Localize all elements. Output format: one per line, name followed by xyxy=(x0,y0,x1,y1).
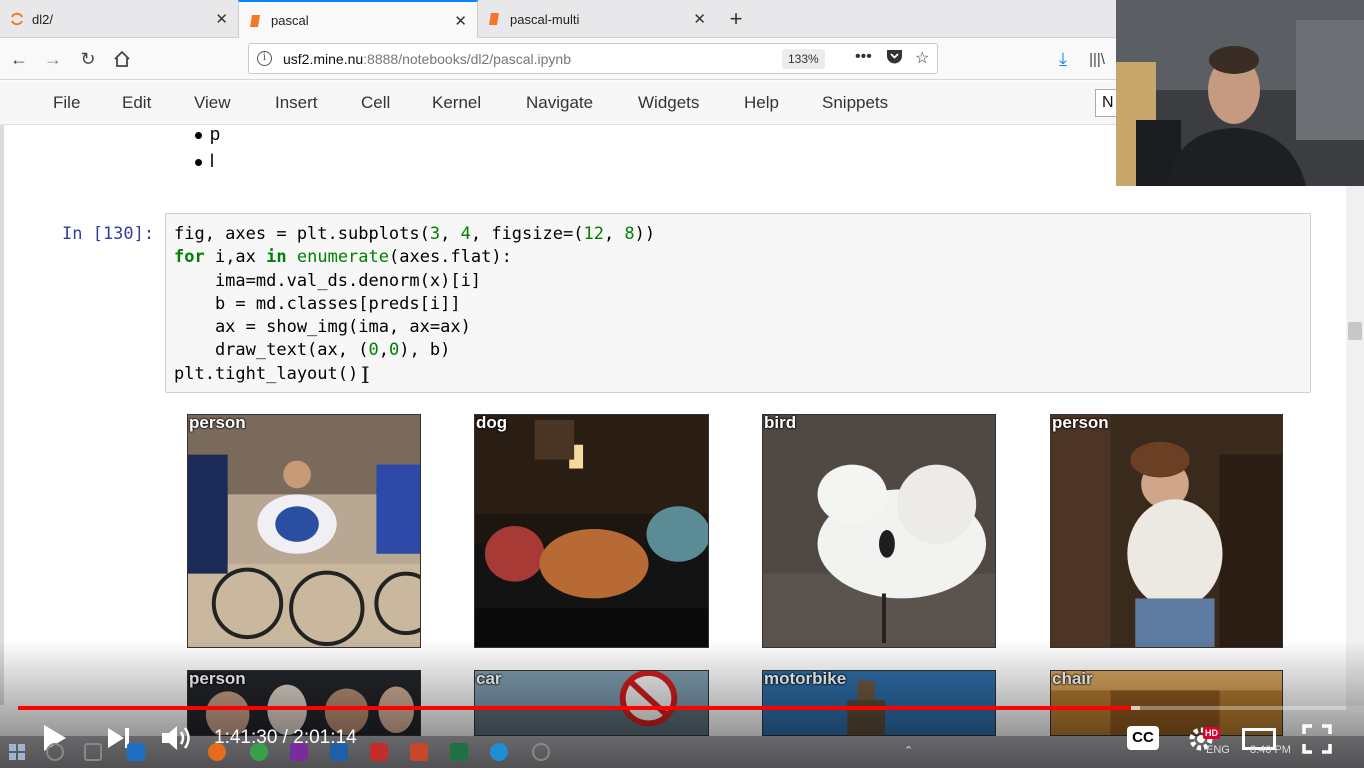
close-icon[interactable]: ✕ xyxy=(693,10,706,28)
notebook-icon xyxy=(488,12,502,26)
code-line: b = md.classes[preds[i]] xyxy=(174,293,461,314)
menu-navigate[interactable]: Navigate xyxy=(526,93,593,113)
code-line: fig, axes = plt.subplots(3, 4, figsize=(… xyxy=(174,224,656,244)
bird-illustration xyxy=(763,415,995,647)
edge-icon[interactable] xyxy=(127,743,145,761)
page-scrollbar[interactable] xyxy=(1346,186,1364,706)
tab-dl2[interactable]: dl2/ ✕ xyxy=(0,0,238,38)
prediction-label: person xyxy=(1052,414,1109,432)
tab-label: dl2/ xyxy=(32,11,53,27)
star-icon[interactable]: ☆ xyxy=(915,48,929,68)
code-line: ima=md.val_ds.denorm(x)[i] xyxy=(174,270,482,291)
menu-view[interactable]: View xyxy=(194,93,231,113)
menu-kernel[interactable]: Kernel xyxy=(432,93,481,113)
dog-illustration xyxy=(475,415,708,647)
pocket-icon[interactable] xyxy=(886,48,903,70)
menu-help[interactable]: Help xyxy=(744,93,779,113)
captions-button[interactable]: CC xyxy=(1127,726,1159,750)
menu-insert[interactable]: Insert xyxy=(275,93,318,113)
cell-prompt: In [130]: xyxy=(62,224,155,244)
jupyter-menubar: File Edit View Insert Cell Kernel Naviga… xyxy=(0,81,1125,125)
code-cell[interactable]: fig, axes = plt.subplots(3, 4, figsize=(… xyxy=(165,213,1311,393)
code-line: ax = show_img(ima, ax=ax) xyxy=(174,317,471,338)
url-bar[interactable]: i usf2.mine.nu:8888/notebooks/dl2/pascal… xyxy=(248,43,938,74)
cyclists-illustration xyxy=(188,415,420,647)
presenter-video xyxy=(1116,0,1364,186)
notebook-icon xyxy=(249,14,263,28)
progress-loaded xyxy=(1130,706,1141,710)
tab-label: pascal-multi xyxy=(510,11,580,27)
info-icon[interactable]: i xyxy=(257,51,272,66)
firefox-icon[interactable] xyxy=(208,743,226,761)
close-icon[interactable]: ✕ xyxy=(215,10,228,28)
windows-start-icon[interactable] xyxy=(8,743,26,761)
clock[interactable]: 8:40 PM xyxy=(1250,744,1291,756)
tab-strip: dl2/ ✕ pascal ✕ pascal-multi ✕ + xyxy=(0,0,1116,39)
download-icon[interactable]: ⤓ xyxy=(1050,46,1076,72)
prediction-image: person xyxy=(1050,414,1283,648)
menu-file[interactable]: File xyxy=(53,93,80,113)
chrome-icon[interactable] xyxy=(250,743,268,761)
app-icon[interactable] xyxy=(370,743,388,761)
menu-edit[interactable]: Edit xyxy=(122,93,151,113)
reload-icon[interactable]: ↻ xyxy=(75,46,101,72)
list-item: p xyxy=(195,124,220,145)
hd-badge: HD xyxy=(1203,727,1220,739)
tray-chevron-icon[interactable]: ⌃ xyxy=(904,744,913,757)
windows-taskbar xyxy=(0,736,1364,768)
scrollbar-thumb[interactable] xyxy=(1348,322,1362,340)
forward-icon[interactable]: → xyxy=(40,46,66,72)
close-icon[interactable]: ✕ xyxy=(454,12,467,30)
tab-pascal[interactable]: pascal ✕ xyxy=(238,0,478,39)
new-tab-icon[interactable]: + xyxy=(724,6,748,32)
notebook-edge xyxy=(0,125,4,705)
navigation-bar: ← → ↻ i usf2.mine.nu:8888/notebooks/dl2/… xyxy=(0,38,1116,80)
volume-icon[interactable] xyxy=(160,723,194,758)
home-icon[interactable] xyxy=(109,46,135,72)
menu-snippets[interactable]: Snippets xyxy=(822,93,888,113)
list-item: l xyxy=(195,151,214,172)
onenote-icon[interactable] xyxy=(290,743,308,761)
tab-label: pascal xyxy=(271,13,309,28)
prediction-label: bird xyxy=(764,414,797,432)
menu-widgets[interactable]: Widgets xyxy=(638,93,699,113)
library-icon[interactable]: |||\ xyxy=(1084,46,1110,72)
code-editor[interactable]: fig, axes = plt.subplots(3, 4, figsize=(… xyxy=(174,223,655,386)
person-sitting-illustration xyxy=(1051,415,1282,647)
tab-pascal-multi[interactable]: pascal-multi ✕ xyxy=(478,0,716,38)
outlook-icon[interactable] xyxy=(330,743,348,761)
more-icon[interactable]: ••• xyxy=(855,48,872,66)
prediction-label: person xyxy=(189,414,246,432)
prediction-image: dog xyxy=(474,414,709,648)
code-line: for i,ax in enumerate(axes.flat): xyxy=(174,247,512,268)
prediction-image: person xyxy=(187,414,421,648)
powerpoint-icon[interactable] xyxy=(410,743,428,761)
language-indicator[interactable]: ENG xyxy=(1206,744,1230,756)
zoom-level[interactable]: 133% xyxy=(782,49,825,69)
prediction-image: bird xyxy=(762,414,996,648)
fullscreen-icon[interactable] xyxy=(1302,724,1332,759)
code-line: plt.tight_layout() xyxy=(174,363,359,384)
skype-icon[interactable] xyxy=(490,743,508,761)
excel-icon[interactable] xyxy=(450,743,468,761)
progress-bar[interactable] xyxy=(18,706,1346,710)
webcam-overlay xyxy=(1116,0,1364,186)
jupyter-icon xyxy=(10,12,24,26)
code-line: draw_text(ax, (0,0), b) xyxy=(174,340,451,361)
app-icon[interactable] xyxy=(532,743,550,761)
prediction-label: dog xyxy=(476,414,508,432)
progress-played xyxy=(18,706,1131,710)
back-icon[interactable]: ← xyxy=(6,46,32,72)
task-view-icon[interactable] xyxy=(84,743,102,761)
text-cursor-icon: I xyxy=(361,364,370,389)
cortana-icon[interactable] xyxy=(46,743,64,761)
url-text[interactable]: usf2.mine.nu:8888/notebooks/dl2/pascal.i… xyxy=(283,51,571,67)
menu-cell[interactable]: Cell xyxy=(361,93,390,113)
